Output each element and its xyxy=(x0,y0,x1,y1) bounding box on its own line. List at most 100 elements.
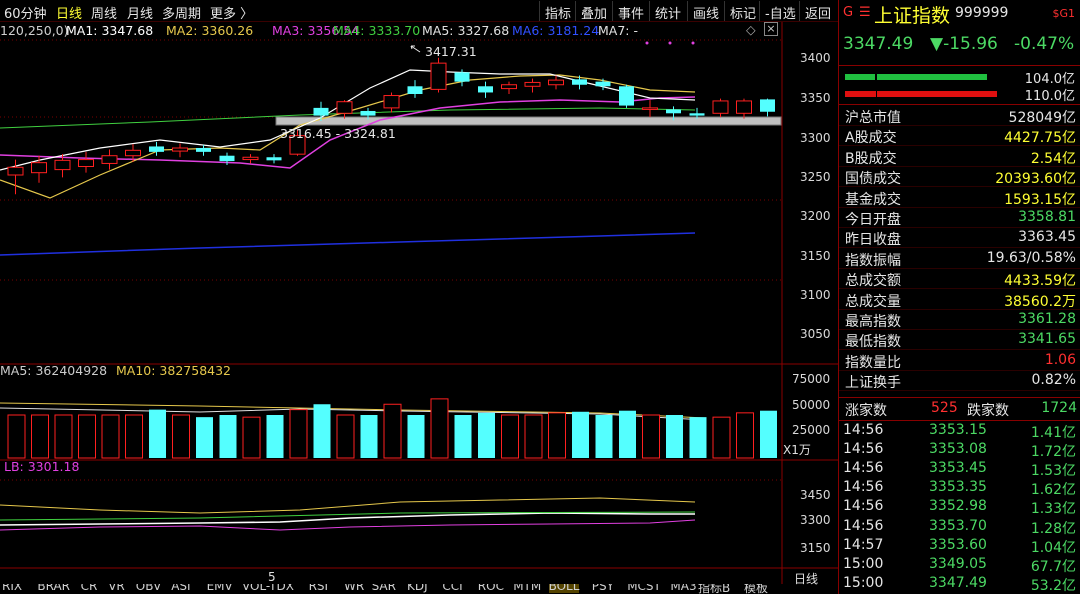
indicator-tab[interactable]: BOLL xyxy=(548,584,580,593)
period-monthly[interactable]: 月线 xyxy=(127,3,153,22)
indicator-tab[interactable]: VR xyxy=(108,584,125,593)
stat-label: 总成交量 xyxy=(845,293,901,310)
indicator-tab[interactable]: RSI xyxy=(309,584,329,593)
ma7-label: MA7: - xyxy=(598,23,638,38)
stat-row: 最低指数 3341.65 xyxy=(839,330,1080,351)
indicator-tab[interactable]: RIX xyxy=(2,584,22,593)
lb-tick: 3150 xyxy=(800,541,831,555)
stat-label: 基金成交 xyxy=(845,191,901,208)
adv-label: 涨家数 xyxy=(845,403,887,419)
stat-row: 总成交量 38560.2万 xyxy=(839,290,1080,310)
volume-bar xyxy=(595,415,613,458)
candle-body xyxy=(736,100,752,114)
lb-ma-yellow xyxy=(0,497,696,514)
ma-legend: 120,250,0) MA1: 3347.68 MA2: 3360.26 MA3… xyxy=(0,22,778,40)
mark-button[interactable]: 标记 xyxy=(724,1,761,22)
tick-volume: 1.33亿 xyxy=(1030,501,1076,518)
volume-bar xyxy=(619,410,636,458)
indicator-menu[interactable]: 指标B xyxy=(698,584,730,594)
diamond-icon[interactable]: ◇ xyxy=(746,22,756,37)
indicator-tab[interactable]: CR xyxy=(81,584,98,593)
price-tick: 3250 xyxy=(800,170,831,184)
volume-bar xyxy=(760,410,777,458)
volume-bar xyxy=(642,414,660,459)
dec-count: 1724 xyxy=(1041,400,1077,416)
indicator-tab[interactable]: VOL-TDX xyxy=(242,584,294,593)
close-icon[interactable]: × xyxy=(764,22,778,36)
period-more[interactable]: 更多 〉 xyxy=(210,3,253,22)
candle-body xyxy=(54,159,71,171)
indicator-menu[interactable]: 模板 xyxy=(744,584,768,594)
stat-value: 19.63/0.58% xyxy=(986,249,1076,266)
tick-price: 3353.35 xyxy=(929,479,987,496)
kline-chart[interactable]: 3417.31 3316.45 - 3324.81 3400 3350 3300… xyxy=(0,0,838,594)
candle-body xyxy=(712,100,729,114)
indicator-tab[interactable]: MA3 xyxy=(670,584,696,593)
menu-icon[interactable]: ☰ xyxy=(859,5,871,20)
indicator-tab[interactable]: KDJ xyxy=(407,584,428,593)
indicator-tab[interactable]: ROC xyxy=(478,584,504,593)
ma-params: 120,250,0) xyxy=(0,23,69,38)
tick-time: 14:56 xyxy=(843,517,884,534)
indicator-tab[interactable]: MTM xyxy=(513,584,541,593)
stat-value: 4427.75亿 xyxy=(1004,130,1076,147)
volume-unit: X1万 xyxy=(783,443,811,457)
candle-body xyxy=(642,107,658,110)
stats-button[interactable]: 统计 xyxy=(649,1,686,22)
draw-button[interactable]: 画线 xyxy=(687,1,724,22)
ma6-line xyxy=(0,232,696,256)
candle-body xyxy=(31,162,47,174)
period-multi[interactable]: 多周期 xyxy=(162,3,201,22)
overlay-button[interactable]: 叠加 xyxy=(575,1,612,22)
indicator-tab[interactable]: OBV xyxy=(136,584,162,593)
candle-body xyxy=(242,156,259,161)
indicator-tab[interactable]: SAR xyxy=(372,584,396,593)
indicator-tab[interactable]: BRAR xyxy=(37,584,70,593)
volume-bar xyxy=(383,403,402,459)
volume-bar xyxy=(242,416,261,459)
volume-bar xyxy=(454,415,472,458)
period-weekly[interactable]: 周线 xyxy=(91,3,117,22)
price-change-pct: -0.47% xyxy=(1014,34,1075,54)
volume-bar xyxy=(31,414,49,459)
stat-value: 2.54亿 xyxy=(1030,150,1076,167)
indicator-tab[interactable]: WR xyxy=(344,584,364,593)
stat-value: 3341.65 xyxy=(1018,331,1076,348)
vol-ma5-label: MA5: 362404928 xyxy=(0,363,108,378)
period-daily[interactable]: 日线 xyxy=(56,3,82,22)
stat-row: 指数振幅 19.63/0.58% xyxy=(839,249,1080,269)
volume-bar xyxy=(313,404,331,458)
outflow-bar-a xyxy=(845,91,876,97)
chart-toolbar: 60分钟 日线 周线 月线 多周期 更多 〉 指标 叠加 事件 统计 画线 标记… xyxy=(0,0,838,22)
indicator-button[interactable]: 指标 xyxy=(539,1,576,22)
indicator-tab[interactable]: PSY xyxy=(592,584,614,593)
volume-bar xyxy=(172,414,190,459)
period-60min[interactable]: 60分钟 xyxy=(4,3,47,22)
tick-row: 14:56 3353.45 1.53亿 xyxy=(839,460,1080,479)
stat-label: 指数振幅 xyxy=(845,252,901,269)
stat-label: 最高指数 xyxy=(845,314,901,330)
ma2-label: MA2: 3360.26 xyxy=(166,23,254,38)
indicator-tab[interactable]: CCI xyxy=(442,584,462,593)
candle-body xyxy=(125,149,141,157)
vol-tick: 50000 xyxy=(792,398,830,412)
volume-bar xyxy=(289,409,308,459)
tick-time: 14:56 xyxy=(843,441,884,458)
tick-price: 3353.15 xyxy=(929,422,987,438)
back-button[interactable]: 返回 xyxy=(799,1,836,22)
indicator-tab[interactable]: MCST xyxy=(627,584,661,593)
g-icon[interactable]: G xyxy=(843,5,853,20)
lb-ma-magenta xyxy=(0,519,696,531)
event-button[interactable]: 事件 xyxy=(612,1,649,22)
stat-label: 沪总市值 xyxy=(845,110,901,126)
indicator-tab[interactable]: EMV xyxy=(207,584,233,593)
indicator-tab[interactable]: ASI xyxy=(171,584,190,593)
stat-row: 总成交额 4433.59亿 xyxy=(839,269,1080,290)
candle-body xyxy=(383,95,400,109)
stat-row: A股成交 4427.75亿 xyxy=(839,126,1080,147)
lb-tick: 3300 xyxy=(800,513,831,527)
watchlist-button[interactable]: -自选 xyxy=(759,1,801,22)
tick-price: 3353.08 xyxy=(929,441,987,458)
lb-legend: LB: 3301.18 xyxy=(4,459,304,475)
vol-tick: 75000 xyxy=(792,372,830,386)
